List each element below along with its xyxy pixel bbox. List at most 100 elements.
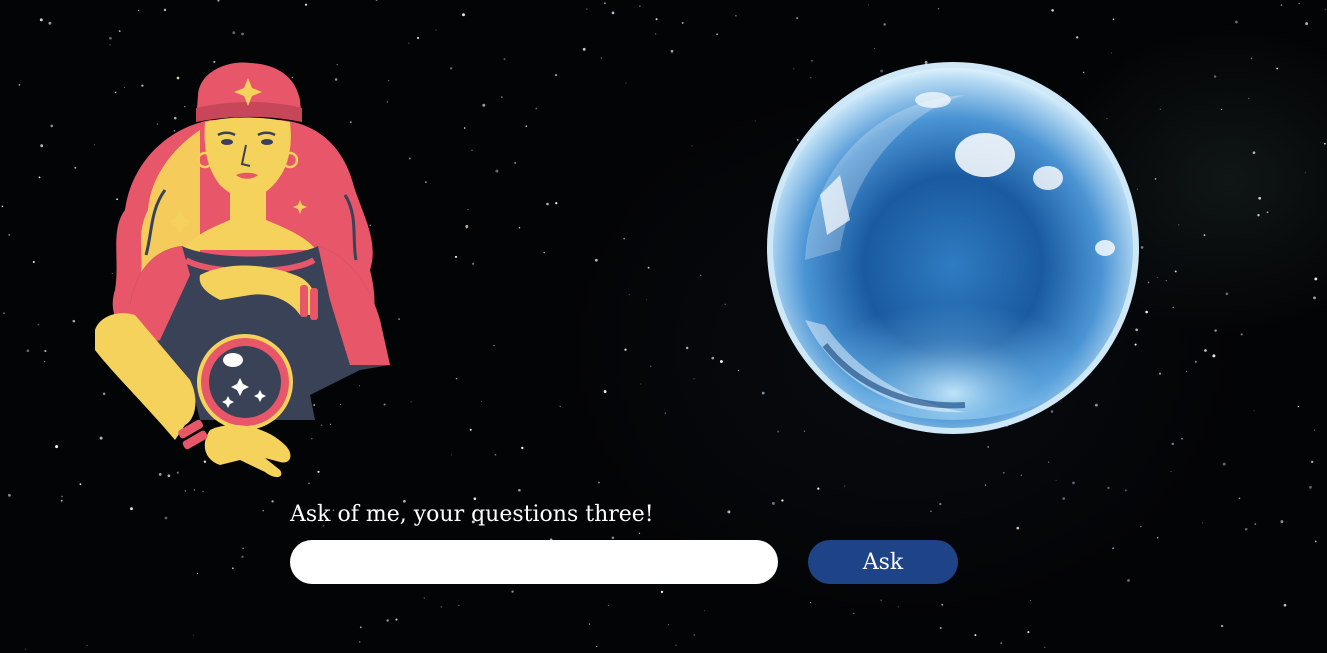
star bbox=[1062, 497, 1065, 500]
star bbox=[525, 125, 528, 128]
star bbox=[242, 547, 244, 550]
star bbox=[1127, 579, 1130, 582]
star bbox=[1202, 522, 1204, 524]
star bbox=[939, 626, 942, 630]
star bbox=[1222, 462, 1226, 466]
star bbox=[711, 356, 715, 360]
star bbox=[685, 346, 689, 350]
star bbox=[647, 266, 650, 269]
star bbox=[596, 645, 598, 648]
star bbox=[600, 57, 602, 59]
star bbox=[650, 365, 652, 367]
star bbox=[423, 597, 425, 599]
star bbox=[1044, 646, 1046, 648]
star bbox=[754, 120, 756, 122]
star bbox=[44, 361, 46, 363]
star bbox=[1178, 224, 1180, 226]
star bbox=[654, 33, 657, 35]
star bbox=[495, 169, 499, 173]
star bbox=[1324, 142, 1326, 145]
star bbox=[771, 501, 775, 505]
star bbox=[1305, 22, 1309, 26]
star bbox=[465, 225, 469, 228]
star bbox=[1072, 481, 1075, 485]
star bbox=[1253, 410, 1255, 412]
star bbox=[232, 567, 234, 570]
star bbox=[193, 489, 195, 491]
fortune-teller-image bbox=[95, 62, 390, 478]
star bbox=[1124, 489, 1127, 492]
star bbox=[611, 11, 615, 15]
star bbox=[582, 47, 586, 51]
star bbox=[1047, 461, 1050, 463]
star bbox=[109, 36, 112, 40]
star bbox=[559, 405, 561, 408]
star bbox=[704, 610, 705, 612]
star bbox=[937, 8, 940, 10]
star bbox=[1297, 405, 1300, 408]
star bbox=[1, 205, 4, 207]
star bbox=[638, 532, 641, 534]
star bbox=[455, 377, 458, 380]
star bbox=[60, 499, 63, 502]
star bbox=[1112, 18, 1115, 21]
star bbox=[1107, 486, 1110, 490]
star bbox=[1212, 354, 1216, 358]
star bbox=[1311, 460, 1314, 464]
star bbox=[724, 303, 726, 305]
star bbox=[974, 634, 977, 637]
star bbox=[38, 176, 41, 179]
star bbox=[55, 445, 59, 449]
star bbox=[40, 144, 44, 148]
star bbox=[163, 8, 167, 12]
star bbox=[664, 412, 666, 414]
star bbox=[1159, 108, 1161, 110]
star bbox=[164, 516, 168, 520]
star bbox=[471, 149, 473, 152]
star bbox=[416, 36, 420, 40]
star bbox=[1314, 277, 1318, 281]
star bbox=[603, 2, 606, 5]
star bbox=[639, 5, 641, 7]
star bbox=[1147, 281, 1150, 284]
star bbox=[109, 44, 111, 46]
star bbox=[32, 261, 35, 263]
star bbox=[202, 490, 204, 492]
star bbox=[86, 644, 88, 646]
star bbox=[646, 299, 647, 300]
star bbox=[493, 344, 495, 347]
star bbox=[138, 9, 140, 11]
star bbox=[1298, 2, 1300, 4]
star bbox=[595, 258, 598, 262]
star bbox=[503, 58, 506, 61]
star bbox=[435, 29, 437, 31]
crystal-ball-image bbox=[767, 62, 1139, 434]
star bbox=[1112, 547, 1115, 550]
prompt-label: Ask of me, your questions three! bbox=[290, 502, 654, 527]
star bbox=[518, 488, 521, 492]
star bbox=[693, 378, 695, 380]
star bbox=[462, 13, 465, 17]
question-input[interactable] bbox=[290, 540, 778, 584]
star bbox=[737, 369, 739, 371]
star bbox=[883, 23, 886, 26]
star bbox=[408, 157, 411, 160]
star bbox=[675, 644, 677, 646]
ask-button[interactable]: Ask bbox=[808, 540, 958, 584]
star bbox=[716, 33, 719, 36]
star bbox=[1238, 497, 1241, 500]
star bbox=[1225, 292, 1229, 296]
star bbox=[1266, 211, 1269, 214]
star bbox=[546, 202, 549, 206]
star bbox=[37, 323, 40, 326]
star bbox=[1276, 67, 1279, 70]
star bbox=[1252, 151, 1256, 154]
star bbox=[359, 626, 362, 629]
star bbox=[1154, 178, 1157, 180]
star bbox=[130, 507, 133, 511]
star bbox=[1240, 333, 1243, 336]
star bbox=[271, 500, 274, 503]
star bbox=[521, 446, 524, 450]
star bbox=[1165, 280, 1167, 282]
star bbox=[1171, 442, 1174, 446]
